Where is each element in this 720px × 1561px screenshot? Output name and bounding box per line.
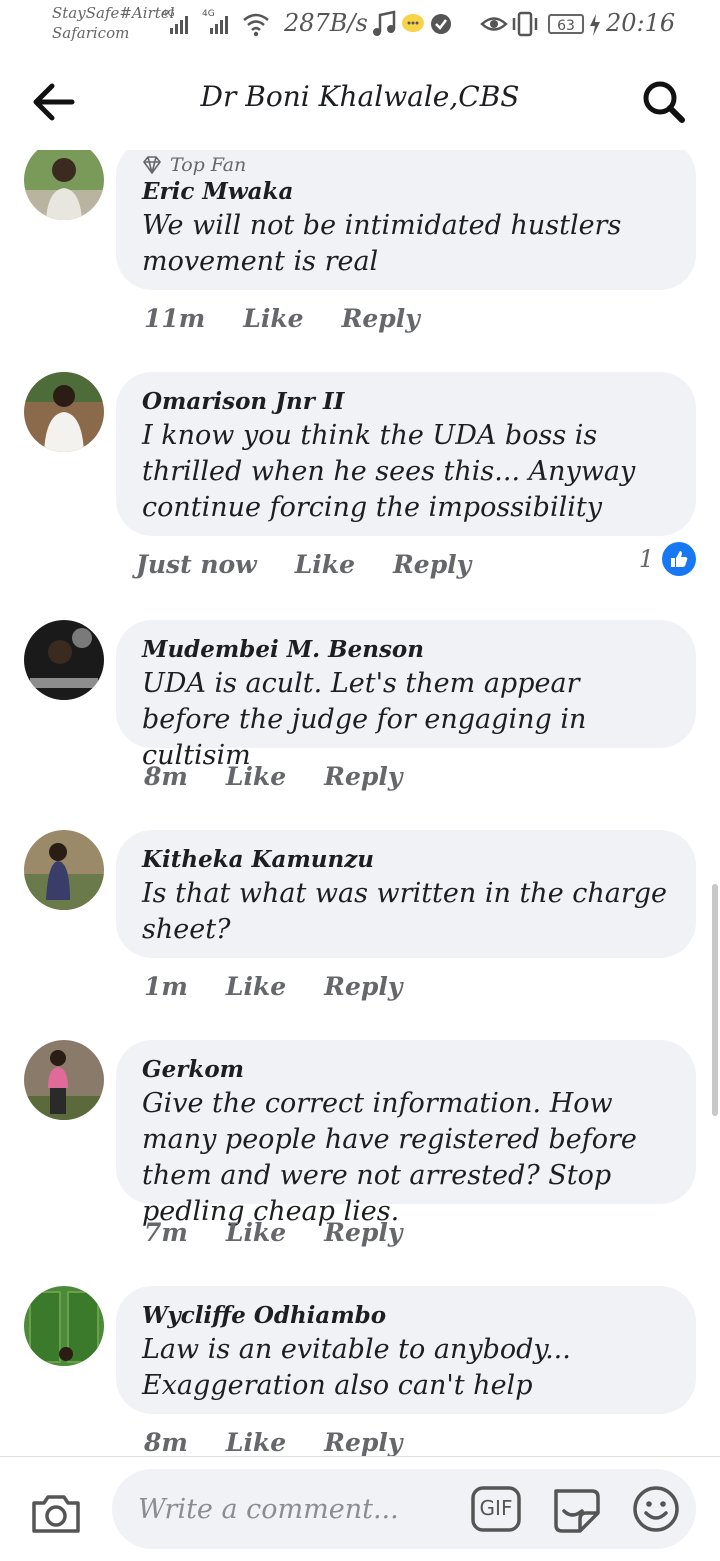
comment-time[interactable]: 8m <box>144 762 188 791</box>
eye-icon <box>480 17 508 31</box>
comment-bubble[interactable]: Omarison Jnr II I know you think the UDA… <box>116 372 696 536</box>
comment-bubble[interactable]: Gerkom Give the correct information. How… <box>116 1040 696 1227</box>
comment-input-container: GIF <box>112 1469 696 1549</box>
comment-actions: 8m Like Reply <box>144 1422 402 1457</box>
chat-bubble-icon <box>402 14 424 32</box>
comment-actions: 11m Like Reply <box>144 298 420 338</box>
network-speed: 287B/s <box>284 9 368 37</box>
comment-text: Give the correct information. How many p… <box>142 1088 637 1227</box>
comment-bubble[interactable]: Kitheka Kamunzu Is that what was written… <box>116 830 696 958</box>
battery-indicator: 63 <box>548 14 584 34</box>
network-type-1: 4G <box>162 9 175 19</box>
avatar[interactable] <box>24 372 104 452</box>
carrier-label: StaySafe#Airtel Safaricom <box>52 3 174 43</box>
like-button[interactable]: Like <box>295 550 355 579</box>
comment-actions: 8m Like Reply <box>144 756 402 796</box>
signal-icon-1: 4G <box>162 9 188 34</box>
thumbs-up-icon <box>662 542 696 576</box>
carrier-line-2: Safaricom <box>52 24 130 42</box>
page-header: Dr Boni Khalwale,CBS <box>0 52 720 148</box>
network-type-2: 4G <box>202 9 215 19</box>
comment-time[interactable]: 7m <box>144 1218 188 1247</box>
reaction-count: 1 <box>638 545 654 573</box>
comment-author[interactable]: Eric Mwaka <box>142 176 670 208</box>
comment-author[interactable]: Gerkom <box>142 1054 670 1086</box>
reply-button[interactable]: Reply <box>324 1218 402 1247</box>
scrollbar[interactable] <box>712 884 718 1116</box>
comment-composer: GIF <box>0 1456 720 1561</box>
avatar[interactable] <box>24 830 104 910</box>
sticker-button[interactable] <box>550 1483 602 1535</box>
camera-icon <box>32 1495 80 1533</box>
avatar[interactable] <box>24 150 104 220</box>
badge-label: Top Fan <box>170 154 247 176</box>
like-button[interactable]: Like <box>226 1218 286 1247</box>
comment-bubble[interactable]: Top Fan Eric Mwaka We will not be intimi… <box>116 150 696 290</box>
avatar[interactable] <box>24 1286 104 1366</box>
reply-button[interactable]: Reply <box>324 1428 402 1457</box>
reply-button[interactable]: Reply <box>342 304 420 333</box>
comment-author[interactable]: Kitheka Kamunzu <box>142 844 670 876</box>
comment-time[interactable]: 8m <box>144 1428 188 1457</box>
emoji-button[interactable] <box>630 1483 682 1535</box>
comments-list: Top Fan Eric Mwaka We will not be intimi… <box>0 150 720 1456</box>
comment-text: Law is an evitable to anybody... Exagger… <box>142 1334 571 1401</box>
signal-icon-2: 4G <box>202 9 228 34</box>
vibrate-icon <box>512 11 538 37</box>
check-circle-icon <box>431 14 451 34</box>
music-note-icon <box>373 10 396 36</box>
comment-time[interactable]: 11m <box>144 304 205 333</box>
diamond-icon <box>142 156 162 174</box>
like-button[interactable]: Like <box>226 972 286 1001</box>
top-fan-badge: Top Fan <box>142 154 670 176</box>
search-icon <box>643 81 685 123</box>
comment-bubble[interactable]: Mudembei M. Benson UDA is acult. Let's t… <box>116 620 696 771</box>
comment-author[interactable]: Mudembei M. Benson <box>142 634 670 666</box>
comment-author[interactable]: Wycliffe Odhiambo <box>142 1300 670 1332</box>
comment-time[interactable]: Just now <box>136 550 257 579</box>
camera-button[interactable] <box>28 1485 84 1541</box>
clock: 20:16 <box>606 9 676 37</box>
comment-actions: 1m Like Reply <box>144 966 402 1006</box>
search-button[interactable] <box>636 74 692 130</box>
reply-button[interactable]: Reply <box>324 762 402 791</box>
smiley-icon <box>633 1486 679 1532</box>
like-button[interactable]: Like <box>243 304 303 333</box>
comment-time[interactable]: 1m <box>144 972 188 1001</box>
wifi-icon <box>243 13 269 37</box>
comment-text: We will not be intimidated hustlers move… <box>142 210 622 277</box>
comment-actions: Just now Like Reply <box>136 544 471 584</box>
gif-button[interactable]: GIF <box>470 1483 522 1535</box>
comment-text: I know you think the UDA boss is thrille… <box>142 420 636 523</box>
reaction-summary[interactable]: 1 <box>639 542 696 576</box>
reply-button[interactable]: Reply <box>393 550 471 579</box>
page-title: Dr Boni Khalwale,CBS <box>200 80 520 113</box>
sticker-icon <box>554 1489 600 1533</box>
carrier-line-1: StaySafe#Airtel <box>52 4 175 22</box>
like-button[interactable]: Like <box>226 1428 286 1457</box>
status-bar: StaySafe#Airtel Safaricom 4G 4G 287B/s 6… <box>0 0 720 52</box>
gif-label: GIF <box>479 1496 513 1520</box>
comment-text: Is that what was written in the charge s… <box>142 878 668 945</box>
comment-input[interactable] <box>138 1491 458 1527</box>
like-button[interactable]: Like <box>226 762 286 791</box>
comment-author[interactable]: Omarison Jnr II <box>142 386 670 418</box>
comment-bubble[interactable]: Wycliffe Odhiambo Law is an evitable to … <box>116 1286 696 1414</box>
avatar[interactable] <box>24 620 104 700</box>
avatar[interactable] <box>24 1040 104 1120</box>
comment-actions: 7m Like Reply <box>144 1212 402 1252</box>
reply-button[interactable]: Reply <box>324 972 402 1001</box>
charging-icon <box>590 14 600 36</box>
